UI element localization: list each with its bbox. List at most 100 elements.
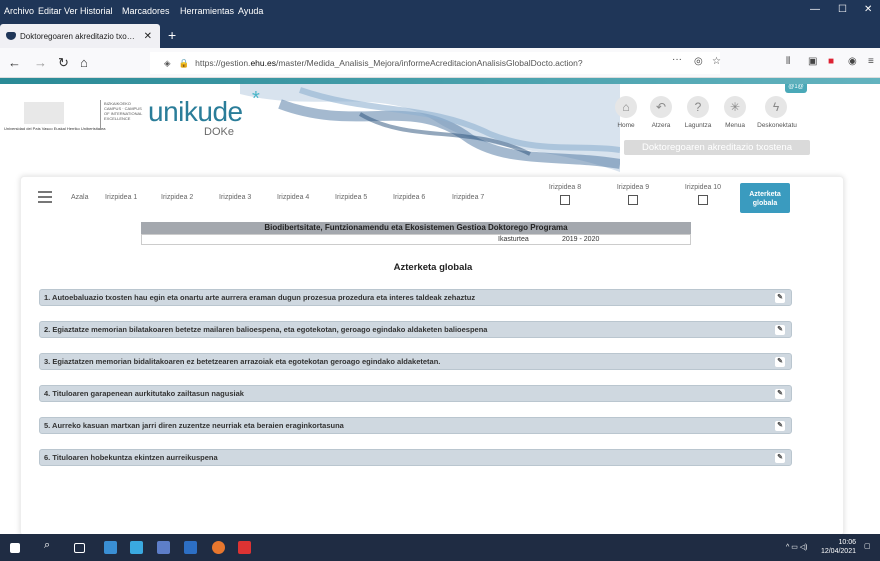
campus-text: BIZKAIKOEKO CAMPUS · CAMPUS OF INTERNATI… xyxy=(104,101,143,121)
reload-icon[interactable]: ↻ xyxy=(58,55,69,71)
home-browser-icon[interactable]: ⌂ xyxy=(80,55,88,70)
university-logo xyxy=(24,102,64,124)
home-icon[interactable]: ⌂ xyxy=(615,96,637,118)
word-icon[interactable] xyxy=(184,541,197,554)
section-2[interactable]: 2. Egiaztatze memorian bilatakoaren bete… xyxy=(39,321,792,338)
program-title: Biodibertsitate, Funtzionamendu eta Ekos… xyxy=(141,222,691,234)
menu-archivo[interactable]: Archivo xyxy=(4,6,34,16)
brand-logo: unikude xyxy=(148,96,243,127)
edit-pencil-icon[interactable]: ✎ xyxy=(775,453,785,463)
home-label[interactable]: Home xyxy=(608,122,644,129)
tab-bar: Doktoregoaren akreditazio txo… ✕ + xyxy=(0,22,880,48)
clock[interactable]: 10:06 12/04/2021 xyxy=(820,538,856,556)
tab-irizpidea-4[interactable]: Irizpidea 4 xyxy=(277,194,309,201)
menu-marcadores[interactable]: Marcadores xyxy=(122,6,170,16)
section-3[interactable]: 3. Egiaztatzen memorian bidalitakoaren e… xyxy=(39,353,792,370)
menu-herramientas[interactable]: Herramientas xyxy=(180,6,234,16)
windows-start-icon[interactable] xyxy=(10,543,20,553)
disconnect-label[interactable]: Deskonektatu xyxy=(752,122,802,129)
bookmark-star-icon[interactable]: ☆ xyxy=(712,56,721,67)
shield-icon: ◈ xyxy=(164,57,171,68)
edit-pencil-icon[interactable]: ✎ xyxy=(775,389,785,399)
menu-ayuda[interactable]: Ayuda xyxy=(238,6,263,16)
notifications-icon[interactable]: ▢ xyxy=(864,542,871,551)
site-favicon-icon xyxy=(6,32,16,40)
session-badge: @1@ xyxy=(785,84,807,93)
browser-tab[interactable]: Doktoregoaren akreditazio txo… ✕ xyxy=(0,24,160,48)
section-3-text: 3. Egiaztatzen memorian bidalitakoaren e… xyxy=(44,357,441,366)
menu-historial[interactable]: Historial xyxy=(80,6,113,16)
pocket-icon[interactable]: ◎ xyxy=(694,56,703,67)
irizpidea-9-checkbox[interactable] xyxy=(628,195,638,205)
task-view-icon[interactable] xyxy=(74,543,85,553)
section-6[interactable]: 6. Tituloaren hobekuntza ekintzen aurrei… xyxy=(39,449,792,466)
irizpidea-8-checkbox[interactable] xyxy=(560,195,570,205)
close-tab-icon[interactable]: ✕ xyxy=(144,31,152,42)
section-1-text: 1. Autoebaluazio txosten hau egin eta on… xyxy=(44,293,476,302)
section-4[interactable]: 4. Tituloaren garapenean aurkitutako zai… xyxy=(39,385,792,402)
back-label[interactable]: Atzera xyxy=(643,122,679,129)
tabs-menu-icon[interactable] xyxy=(38,191,52,203)
tab-active-line2: globala xyxy=(752,200,778,207)
windows-taskbar: ⌕ ^ ▭ ◁) 10:06 12/04/2021 ▢ xyxy=(0,534,880,561)
university-name: Universidad del País Vasco Euskal Herrik… xyxy=(4,126,106,131)
back-arrow-icon[interactable]: ← xyxy=(8,55,21,70)
tab-irizpidea-5[interactable]: Irizpidea 5 xyxy=(335,194,367,201)
edit-pencil-icon[interactable]: ✎ xyxy=(775,357,785,367)
tab-azterketa-globala[interactable]: Azterketa globala xyxy=(740,183,790,213)
forward-arrow-icon[interactable]: → xyxy=(34,55,47,70)
section-2-text: 2. Egiaztatze memorian bilatakoaren bete… xyxy=(44,325,488,334)
section-5[interactable]: 5. Aurreko kasuan martxan jarri diren zu… xyxy=(39,417,792,434)
site-header: Universidad del País Vasco Euskal Herrik… xyxy=(0,84,880,172)
brand-subtitle: DOKe xyxy=(204,126,234,138)
menu-editar[interactable]: Editar xyxy=(38,6,62,16)
tab-irizpidea-2[interactable]: Irizpidea 2 xyxy=(161,194,193,201)
firefox-icon[interactable] xyxy=(212,541,225,554)
pdf-reader-icon[interactable] xyxy=(238,541,251,554)
tab-azala[interactable]: Azala xyxy=(71,194,89,201)
year-value: 2019 - 2020 xyxy=(562,236,600,243)
irizpidea-10-checkbox[interactable] xyxy=(698,195,708,205)
disconnect-icon[interactable]: ϟ xyxy=(765,96,787,118)
system-tray-icons[interactable]: ^ ▭ ◁) xyxy=(786,543,808,552)
edit-pencil-icon[interactable]: ✎ xyxy=(775,421,785,431)
network-app-icon[interactable] xyxy=(130,541,143,554)
close-window-icon[interactable]: ✕ xyxy=(864,4,872,15)
tab-irizpidea-3[interactable]: Irizpidea 3 xyxy=(219,194,251,201)
page-actions-icon[interactable]: ··· xyxy=(672,54,682,65)
decorative-swirl xyxy=(240,84,620,172)
people-app-icon[interactable] xyxy=(104,541,117,554)
tab-irizpidea-8[interactable]: Irizpidea 8 xyxy=(543,184,587,205)
menu-icon[interactable]: ✳ xyxy=(724,96,746,118)
tab-irizpidea-7[interactable]: Irizpidea 7 xyxy=(452,194,484,201)
tab-irizpidea-9[interactable]: Irizpidea 9 xyxy=(611,184,655,205)
back-icon[interactable]: ↶ xyxy=(650,96,672,118)
tab-irizpidea-6[interactable]: Irizpidea 6 xyxy=(393,194,425,201)
menu-ver[interactable]: Ver xyxy=(64,6,78,16)
extension-icon[interactable]: ■ xyxy=(828,56,834,67)
tab-irizpidea-1[interactable]: Irizpidea 1 xyxy=(105,194,137,201)
help-icon[interactable]: ? xyxy=(687,96,709,118)
minimize-icon[interactable]: — xyxy=(810,4,820,15)
brand-star-icon: * xyxy=(252,88,260,110)
sidebar-icon[interactable]: ▣ xyxy=(808,56,817,67)
search-icon[interactable]: ⌕ xyxy=(44,539,57,552)
menu-label[interactable]: Menua xyxy=(717,122,753,129)
edit-pencil-icon[interactable]: ✎ xyxy=(775,325,785,335)
edit-pencil-icon[interactable]: ✎ xyxy=(775,293,785,303)
account-icon[interactable]: ◉ xyxy=(848,56,857,67)
url-input[interactable]: ◈ 🔒 https://gestion. ehu.es/master/Medida… xyxy=(150,52,720,74)
tab-irizpidea-10[interactable]: Irizpidea 10 xyxy=(681,184,725,205)
section-1[interactable]: 1. Autoebaluazio txosten hau egin eta on… xyxy=(39,289,792,306)
hamburger-menu-icon[interactable]: ≡ xyxy=(868,56,874,67)
new-tab-icon[interactable]: + xyxy=(168,27,176,43)
navigation-bar: ← → ↻ ⌂ ◈ 🔒 https://gestion. ehu.es/maste… xyxy=(0,48,880,78)
criteria-tabs: Azala Irizpidea 1 Irizpidea 2 Irizpidea … xyxy=(21,177,845,217)
program-year-row: Ikasturtea 2019 - 2020 xyxy=(141,234,691,245)
library-icon[interactable]: ⫴ xyxy=(786,56,790,67)
report-title-button[interactable]: Doktoregoaren akreditazio txostena xyxy=(624,140,810,155)
section-5-text: 5. Aurreko kasuan martxan jarri diren zu… xyxy=(44,421,344,430)
help-label[interactable]: Laguntza xyxy=(678,122,718,129)
restore-icon[interactable]: ☐ xyxy=(838,4,847,15)
file-explorer-icon[interactable] xyxy=(157,541,170,554)
